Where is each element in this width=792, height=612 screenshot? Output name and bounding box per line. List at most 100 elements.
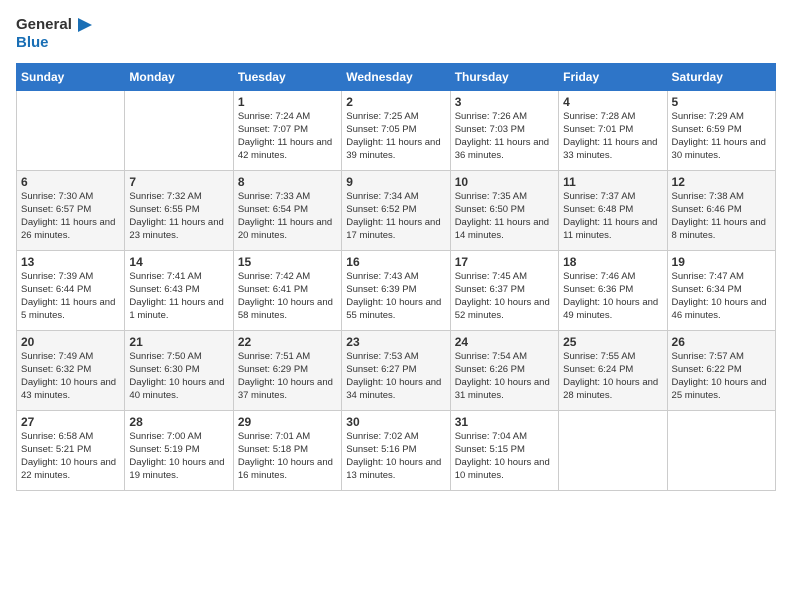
calendar-cell xyxy=(17,91,125,171)
calendar-cell: 29 Sunrise: 7:01 AM Sunset: 5:18 PM Dayli… xyxy=(233,411,341,491)
day-header-friday: Friday xyxy=(559,64,667,91)
calendar-cell: 3 Sunrise: 7:26 AM Sunset: 7:03 PM Daylig… xyxy=(450,91,558,171)
calendar-cell: 21 Sunrise: 7:50 AM Sunset: 6:30 PM Dayli… xyxy=(125,331,233,411)
week-row-4: 20 Sunrise: 7:49 AM Sunset: 6:32 PM Dayli… xyxy=(17,331,776,411)
day-header-tuesday: Tuesday xyxy=(233,64,341,91)
calendar-cell: 26Sunrise: 7:57 AM Sunset: 6:22 PM Dayli… xyxy=(667,331,775,411)
cell-info: Sunrise: 7:39 AM Sunset: 6:44 PM Dayligh… xyxy=(21,271,120,322)
calendar-cell: 6 Sunrise: 7:30 AM Sunset: 6:57 PM Daylig… xyxy=(17,171,125,251)
cell-info: Sunrise: 7:38 AM Sunset: 6:46 PM Dayligh… xyxy=(672,191,771,242)
cell-info: Sunrise: 7:25 AM Sunset: 7:05 PM Dayligh… xyxy=(346,111,445,162)
cell-info: Sunrise: 7:00 AM Sunset: 5:19 PM Dayligh… xyxy=(129,431,228,482)
cell-info: Sunrise: 7:49 AM Sunset: 6:32 PM Dayligh… xyxy=(21,351,120,402)
week-row-3: 13 Sunrise: 7:39 AM Sunset: 6:44 PM Dayli… xyxy=(17,251,776,331)
day-header-thursday: Thursday xyxy=(450,64,558,91)
calendar-cell xyxy=(559,411,667,491)
calendar-cell: 1 Sunrise: 7:24 AM Sunset: 7:07 PM Daylig… xyxy=(233,91,341,171)
day-number: 19 xyxy=(672,255,771,269)
cell-info: Sunrise: 7:51 AM Sunset: 6:29 PM Dayligh… xyxy=(238,351,337,402)
cell-info: Sunrise: 7:47 AM Sunset: 6:34 PM Dayligh… xyxy=(672,271,771,322)
cell-info: Sunrise: 7:04 AM Sunset: 5:15 PM Dayligh… xyxy=(455,431,554,482)
cell-info: Sunrise: 7:34 AM Sunset: 6:52 PM Dayligh… xyxy=(346,191,445,242)
day-number: 1 xyxy=(238,95,337,109)
day-number: 7 xyxy=(129,175,228,189)
day-number: 28 xyxy=(129,415,228,429)
calendar-cell: 2 Sunrise: 7:25 AM Sunset: 7:05 PM Daylig… xyxy=(342,91,450,171)
calendar-cell: 20 Sunrise: 7:49 AM Sunset: 6:32 PM Dayli… xyxy=(17,331,125,411)
day-number: 27 xyxy=(21,415,120,429)
cell-info: Sunrise: 7:28 AM Sunset: 7:01 PM Dayligh… xyxy=(563,111,662,162)
day-number: 26 xyxy=(672,335,771,349)
cell-info: Sunrise: 7:33 AM Sunset: 6:54 PM Dayligh… xyxy=(238,191,337,242)
day-header-sunday: Sunday xyxy=(17,64,125,91)
calendar-cell: 19 Sunrise: 7:47 AM Sunset: 6:34 PM Dayli… xyxy=(667,251,775,331)
calendar-cell: 5 Sunrise: 7:29 AM Sunset: 6:59 PM Daylig… xyxy=(667,91,775,171)
day-number: 8 xyxy=(238,175,337,189)
day-number: 24 xyxy=(455,335,554,349)
day-number: 25 xyxy=(563,335,662,349)
cell-info: Sunrise: 7:02 AM Sunset: 5:16 PM Dayligh… xyxy=(346,431,445,482)
week-row-2: 6 Sunrise: 7:30 AM Sunset: 6:57 PM Daylig… xyxy=(17,171,776,251)
calendar-cell xyxy=(667,411,775,491)
day-header-monday: Monday xyxy=(125,64,233,91)
calendar-cell: 18 Sunrise: 7:46 AM Sunset: 6:36 PM Dayli… xyxy=(559,251,667,331)
day-header-saturday: Saturday xyxy=(667,64,775,91)
calendar-cell: 24 Sunrise: 7:54 AM Sunset: 6:26 PM Dayli… xyxy=(450,331,558,411)
day-number: 2 xyxy=(346,95,445,109)
page-header: GeneralBlue xyxy=(16,16,776,51)
day-number: 15 xyxy=(238,255,337,269)
calendar-cell: 7 Sunrise: 7:32 AM Sunset: 6:55 PM Daylig… xyxy=(125,171,233,251)
cell-info: Sunrise: 7:53 AM Sunset: 6:27 PM Dayligh… xyxy=(346,351,445,402)
calendar-cell xyxy=(125,91,233,171)
week-row-1: 1 Sunrise: 7:24 AM Sunset: 7:07 PM Daylig… xyxy=(17,91,776,171)
day-number: 11 xyxy=(563,175,662,189)
day-number: 5 xyxy=(672,95,771,109)
cell-info: Sunrise: 7:54 AM Sunset: 6:26 PM Dayligh… xyxy=(455,351,554,402)
day-number: 12 xyxy=(672,175,771,189)
cell-info: Sunrise: 7:32 AM Sunset: 6:55 PM Dayligh… xyxy=(129,191,228,242)
calendar-cell: 8 Sunrise: 7:33 AM Sunset: 6:54 PM Daylig… xyxy=(233,171,341,251)
day-number: 20 xyxy=(21,335,120,349)
week-row-5: 27Sunrise: 6:58 AM Sunset: 5:21 PM Dayli… xyxy=(17,411,776,491)
cell-info: Sunrise: 7:43 AM Sunset: 6:39 PM Dayligh… xyxy=(346,271,445,322)
calendar-cell: 27Sunrise: 6:58 AM Sunset: 5:21 PM Dayli… xyxy=(17,411,125,491)
cell-info: Sunrise: 7:24 AM Sunset: 7:07 PM Dayligh… xyxy=(238,111,337,162)
day-number: 14 xyxy=(129,255,228,269)
calendar-cell: 12 Sunrise: 7:38 AM Sunset: 6:46 PM Dayli… xyxy=(667,171,775,251)
cell-info: Sunrise: 7:29 AM Sunset: 6:59 PM Dayligh… xyxy=(672,111,771,162)
cell-info: Sunrise: 7:42 AM Sunset: 6:41 PM Dayligh… xyxy=(238,271,337,322)
cell-info: Sunrise: 7:55 AM Sunset: 6:24 PM Dayligh… xyxy=(563,351,662,402)
day-number: 30 xyxy=(346,415,445,429)
day-number: 21 xyxy=(129,335,228,349)
calendar-cell: 11Sunrise: 7:37 AM Sunset: 6:48 PM Dayli… xyxy=(559,171,667,251)
day-number: 9 xyxy=(346,175,445,189)
calendar-cell: 13 Sunrise: 7:39 AM Sunset: 6:44 PM Dayli… xyxy=(17,251,125,331)
day-number: 3 xyxy=(455,95,554,109)
logo-arrow-icon xyxy=(74,16,92,34)
calendar-cell: 28 Sunrise: 7:00 AM Sunset: 5:19 PM Dayli… xyxy=(125,411,233,491)
day-header-wednesday: Wednesday xyxy=(342,64,450,91)
cell-info: Sunrise: 7:46 AM Sunset: 6:36 PM Dayligh… xyxy=(563,271,662,322)
cell-info: Sunrise: 7:26 AM Sunset: 7:03 PM Dayligh… xyxy=(455,111,554,162)
calendar-cell: 31Sunrise: 7:04 AM Sunset: 5:15 PM Dayli… xyxy=(450,411,558,491)
calendar-cell: 16 Sunrise: 7:43 AM Sunset: 6:39 PM Dayli… xyxy=(342,251,450,331)
calendar-cell: 14 Sunrise: 7:41 AM Sunset: 6:43 PM Dayli… xyxy=(125,251,233,331)
day-number: 23 xyxy=(346,335,445,349)
day-number: 13 xyxy=(21,255,120,269)
cell-info: Sunrise: 7:01 AM Sunset: 5:18 PM Dayligh… xyxy=(238,431,337,482)
header-row: SundayMondayTuesdayWednesdayThursdayFrid… xyxy=(17,64,776,91)
calendar-cell: 30 Sunrise: 7:02 AM Sunset: 5:16 PM Dayli… xyxy=(342,411,450,491)
day-number: 10 xyxy=(455,175,554,189)
day-number: 18 xyxy=(563,255,662,269)
cell-info: Sunrise: 7:30 AM Sunset: 6:57 PM Dayligh… xyxy=(21,191,120,242)
day-number: 16 xyxy=(346,255,445,269)
day-number: 29 xyxy=(238,415,337,429)
calendar-cell: 17Sunrise: 7:45 AM Sunset: 6:37 PM Dayli… xyxy=(450,251,558,331)
day-number: 6 xyxy=(21,175,120,189)
day-number: 17 xyxy=(455,255,554,269)
calendar-cell: 4Sunrise: 7:28 AM Sunset: 7:01 PM Daylig… xyxy=(559,91,667,171)
calendar-cell: 10Sunrise: 7:35 AM Sunset: 6:50 PM Dayli… xyxy=(450,171,558,251)
cell-info: Sunrise: 7:50 AM Sunset: 6:30 PM Dayligh… xyxy=(129,351,228,402)
cell-info: Sunrise: 7:41 AM Sunset: 6:43 PM Dayligh… xyxy=(129,271,228,322)
calendar-cell: 15 Sunrise: 7:42 AM Sunset: 6:41 PM Dayli… xyxy=(233,251,341,331)
